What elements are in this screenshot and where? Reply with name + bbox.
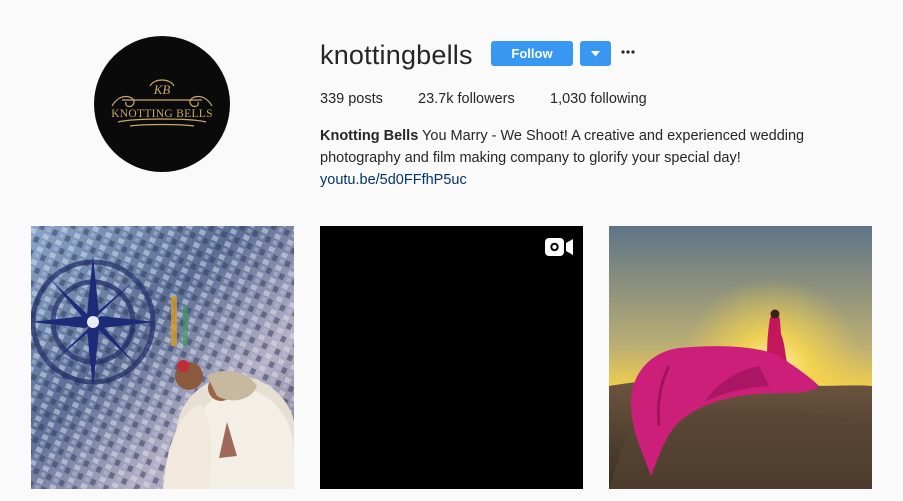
follow-button[interactable]: Follow [491, 41, 573, 66]
more-options-icon [621, 50, 635, 54]
followers-link[interactable]: 23.7k followers [418, 91, 515, 107]
post-tile-1[interactable] [31, 226, 294, 489]
suggestions-dropdown-button[interactable] [580, 41, 611, 66]
post-tile-3[interactable] [609, 226, 872, 489]
bio-external-link[interactable]: youtu.be/5d0FFfhP5uc [320, 169, 820, 191]
profile-bio: Knotting Bells You Marry - We Shoot! A c… [320, 125, 820, 191]
post-image-pink-dress-sunset [609, 226, 872, 489]
profile-username: knottingbells [320, 40, 473, 70]
bio-text-1: You Marry - We Shoot! A creative and exp… [418, 128, 805, 144]
chevron-down-icon [591, 51, 600, 57]
more-options-button[interactable] [620, 44, 636, 60]
posts-count: 339 posts [320, 91, 383, 107]
avatar-ornament: KB [111, 79, 213, 127]
avatar-brand-text: KNOTTING BELLS [111, 108, 213, 120]
post-video-thumbnail [320, 226, 583, 489]
post-tile-2[interactable] [320, 226, 583, 489]
bio-full-name: Knotting Bells [320, 128, 419, 144]
profile-avatar[interactable]: KB KNOTTING BELLS [94, 36, 230, 172]
video-camera-icon [545, 238, 573, 256]
following-link[interactable]: 1,030 following [550, 91, 647, 107]
bio-text-2: photography and film making company to g… [320, 150, 741, 166]
post-image-mosaic-couple [31, 226, 294, 489]
avatar-monogram: KB [153, 82, 171, 97]
bio-line-1: Knotting Bells You Marry - We Shoot! A c… [320, 125, 820, 147]
